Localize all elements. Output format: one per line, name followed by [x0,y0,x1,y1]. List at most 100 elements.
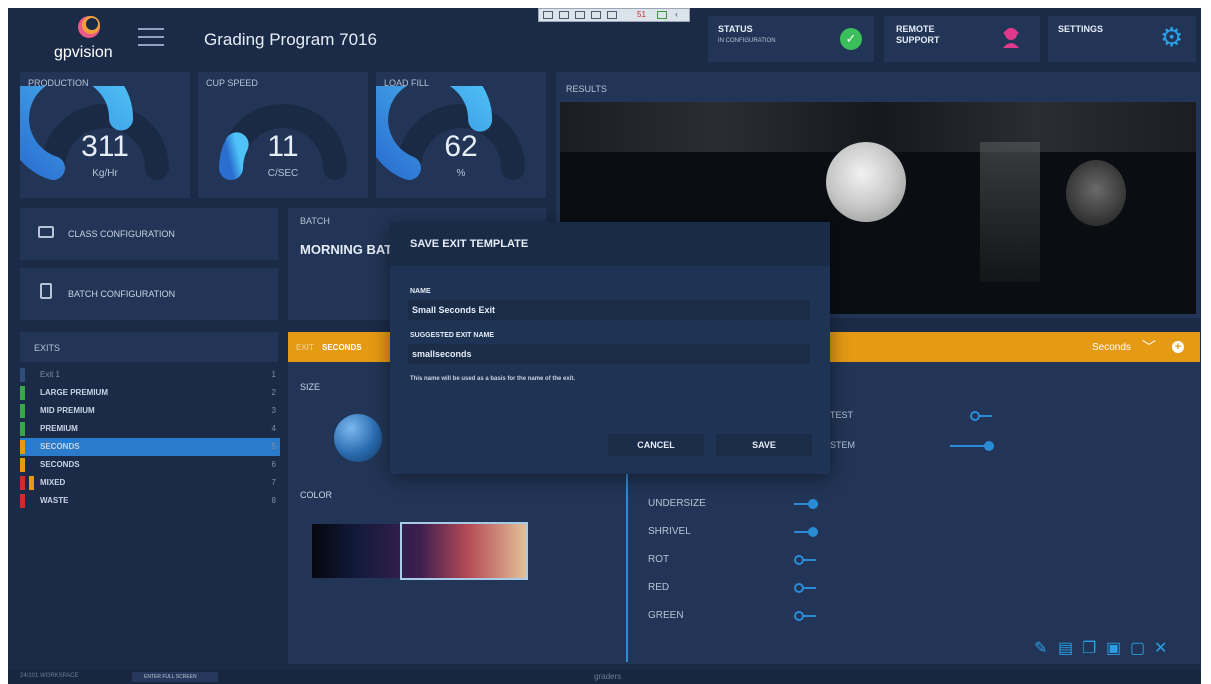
save-button[interactable]: SAVE [716,434,812,456]
workspace-label: 24/101 WORKSPACE [20,673,79,679]
size-ball [334,414,382,462]
fruit-image [826,142,906,222]
toggle-row: RED [648,578,848,598]
settings-label: SETTINGS [1058,24,1104,34]
fullscreen-button[interactable]: ENTER FULL SCREEN [132,672,218,682]
remote-support-panel[interactable]: REMOTE SUPPORT [884,16,1040,62]
exit-name: PREMIUM [40,424,78,433]
app-window: 51 ‹ gpvision Grading Program 7016 STATU… [8,8,1201,684]
exit-number: 8 [271,496,276,505]
dialog-title: SAVE EXIT TEMPLATE [410,238,529,250]
add-icon[interactable]: + [1172,341,1184,353]
batch-configuration-button[interactable]: BATCH CONFIGURATION [20,268,278,320]
batch-label: BATCH [300,216,330,226]
exits-list: Exit 1 1 LARGE PREMIUM 2 MID PREMIUM 3 PREMIUM… [8,366,288,516]
status-sub: IN CONFIGURATION [718,38,776,44]
toggle-row: ROT [648,550,848,570]
name-field[interactable]: Small Seconds Exit [408,300,810,320]
save-exit-template-dialog: SAVE EXIT TEMPLATE NAME Small Seconds Ex… [390,222,830,474]
exit-prefix: EXIT [296,343,314,352]
exit-color-bar [20,422,25,436]
edit-icon[interactable]: ✎ [1034,638,1047,658]
toggle-switch[interactable] [794,526,818,538]
toggle-list: UNDERSIZE SHRIVEL ROT RED GREEN [648,494,868,644]
gauge-load-fill: LOAD FILL 62 % [376,72,546,198]
cancel-button[interactable]: CANCEL [608,434,704,456]
save-icon[interactable]: ▢ [1130,638,1145,658]
fruit-image [1066,160,1126,226]
page-title: Grading Program 7016 [204,30,377,49]
dialog-hint: This name will be used as a basis for th… [410,376,576,382]
exit-name: MIXED [40,478,66,487]
size-label: SIZE [300,382,321,392]
toggle-stem[interactable] [950,440,994,452]
toggle-label: GREEN [648,610,684,621]
toggle-label: SHRIVEL [648,526,691,537]
suggested-name-label: SUGGESTED EXIT NAME [410,332,495,339]
exit-list-item[interactable]: Exit 1 1 [20,366,280,384]
name-label: NAME [410,288,431,295]
toggle-label: UNDERSIZE [648,498,706,509]
menu-icon[interactable] [138,28,164,46]
status-panel[interactable]: STATUS IN CONFIGURATION ✓ [708,16,874,62]
range-handle-right[interactable] [524,522,528,580]
toggle-switch[interactable] [794,554,818,566]
layout-icon[interactable]: ▤ [1058,638,1073,658]
exit-dropdown-value[interactable]: Seconds [1092,342,1131,353]
toggle-switch[interactable] [794,582,818,594]
exit-number: 7 [271,478,276,487]
exit-color-bar [20,494,25,508]
close-icon[interactable]: ✕ [1154,638,1167,658]
dialog-header: SAVE EXIT TEMPLATE [390,222,830,266]
exit-list-item[interactable]: SECONDS 5 [20,438,280,456]
exit-list-item[interactable]: MIXED 7 [20,474,280,492]
exit-list-item[interactable]: PREMIUM 4 [20,420,280,438]
results-label: RESULTS [566,84,607,94]
paste-icon[interactable]: ▣ [1106,638,1121,658]
toggle-switch[interactable] [794,498,818,510]
exit-number: 2 [271,388,276,397]
exit-list-item[interactable]: WASTE 8 [20,492,280,510]
exit-list-item[interactable]: SECONDS 6 [20,456,280,474]
remote-label-1: REMOTE [896,24,935,34]
toggle-test[interactable] [970,410,994,422]
range-selection [402,522,526,580]
header: gpvision Grading Program 7016 STATUS IN … [8,8,1201,72]
copy-icon[interactable]: ❐ [1082,638,1096,658]
exit-color-bar [20,440,25,454]
remote-label-2: SUPPORT [896,35,940,45]
settings-panel[interactable]: SETTINGS ⚙ [1048,16,1196,62]
check-circle-icon: ✓ [840,28,862,50]
editor-actions: ✎ ▤ ❐ ▣ ▢ ✕ [1034,638,1194,658]
gauge-value: 11 [267,130,299,163]
gauge-unit: C/SEC [267,168,299,179]
status-label: STATUS [718,24,753,34]
logo: gpvision [54,14,124,64]
exits-title: EXITS [34,343,61,353]
suggested-name-field[interactable]: smallseconds [408,344,810,364]
exit-color-bar-secondary [29,476,34,490]
gear-icon: ⚙ [1160,22,1184,52]
gauge-cup-speed: CUP SPEED 11 C/SEC [198,72,368,198]
exit-color-bar [20,368,25,382]
toggle-switch[interactable] [794,610,818,622]
cancel-label: CANCEL [637,440,675,450]
class-configuration-button[interactable]: CLASS CONFIGURATION [20,208,278,260]
toggle-label: ROT [648,554,670,565]
exit-color-bar [20,404,25,418]
exit-list-item[interactable]: MID PREMIUM 3 [20,402,280,420]
exit-name: Exit 1 [40,370,61,379]
gauge-unit: Kg/Hr [92,168,118,179]
chevron-down-icon[interactable]: ﹀ [1142,337,1156,357]
gauge-value: 311 [81,130,129,163]
color-label: COLOR [300,490,333,500]
gauge-production: PRODUCTION 311 Kg/Hr [20,72,190,198]
color-gradient-slider[interactable] [312,522,528,580]
support-agent-icon [1003,28,1019,48]
save-label: SAVE [752,440,776,450]
logo-text: gpvision [54,44,113,61]
exit-list-item[interactable]: LARGE PREMIUM 2 [20,384,280,402]
suggested-name-value: smallseconds [412,349,472,359]
exit-color-bar [20,458,25,472]
exit-name: SECONDS [40,460,80,469]
